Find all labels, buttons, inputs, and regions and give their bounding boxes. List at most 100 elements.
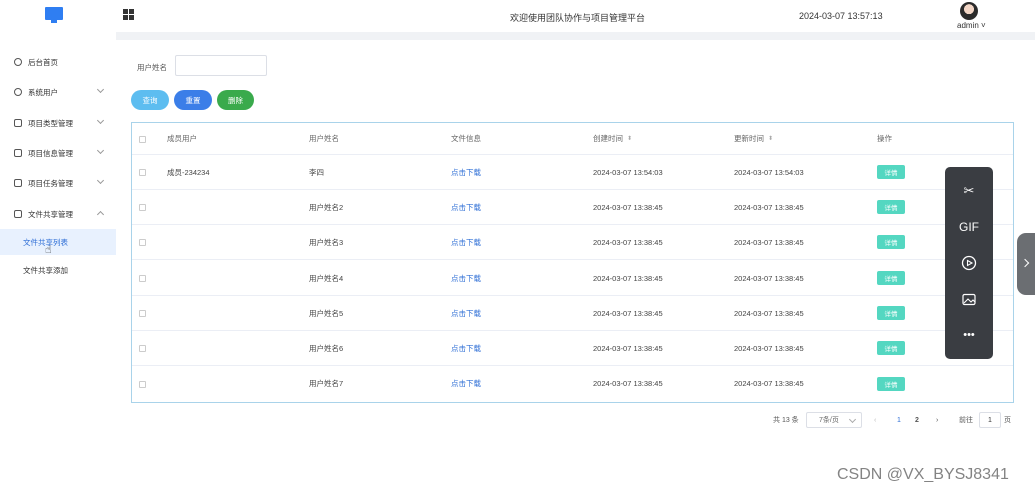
- row-checkbox[interactable]: [139, 275, 146, 282]
- image-icon[interactable]: [945, 287, 993, 311]
- download-link[interactable]: 点击下载: [451, 202, 481, 213]
- table-header: 成员用户 用户姓名 文件信息 创建时间 ⬍ 更新时间 ⬍ 操作: [132, 123, 1013, 155]
- user-name-search-input[interactable]: [175, 55, 267, 76]
- column-header-created[interactable]: 创建时间 ⬍: [593, 123, 632, 154]
- row-checkbox[interactable]: [139, 169, 146, 176]
- row-checkbox[interactable]: [139, 380, 146, 388]
- more-icon[interactable]: •••: [945, 323, 993, 347]
- name-cell: 用户姓名5: [309, 308, 344, 318]
- download-link[interactable]: 点击下载: [451, 237, 481, 248]
- download-link[interactable]: 点击下载: [451, 378, 481, 389]
- download-link[interactable]: 点击下载: [451, 273, 481, 284]
- sidebar-item-file-sharing[interactable]: 文件共享管理: [0, 204, 116, 224]
- action-cell: 详情: [877, 155, 905, 189]
- page-unit-label: 页: [1004, 417, 1011, 424]
- page-1-button[interactable]: 1: [897, 412, 901, 428]
- column-header: 成员用户: [167, 134, 197, 143]
- list-icon: [14, 210, 22, 218]
- detail-button[interactable]: 详情: [877, 306, 905, 320]
- created-cell: 2024-03-07 13:54:03: [593, 167, 663, 177]
- prev-page-button[interactable]: ‹: [874, 412, 876, 428]
- table-row: 用户姓名2 点击下载 2024-03-07 13:38:45 2024-03-07 1…: [132, 190, 1013, 225]
- download-link[interactable]: 点击下载: [451, 308, 481, 319]
- watermark: CSDN @VX_BYSJ8341: [837, 466, 1009, 483]
- action-cell: 详情: [877, 296, 905, 330]
- updated-cell: 2024-03-07 13:38:45: [734, 379, 804, 388]
- sort-icon[interactable]: ⬍: [627, 135, 632, 142]
- video-record-icon[interactable]: [945, 251, 993, 275]
- user-menu[interactable]: admin ˅: [957, 21, 986, 30]
- download-link[interactable]: 点击下载: [451, 167, 481, 178]
- list-icon: [14, 149, 22, 157]
- menu-grid-icon[interactable]: [123, 9, 134, 20]
- sidebar-item-project-info[interactable]: 项目信息管理: [0, 143, 116, 163]
- created-cell: 2024-03-07 13:38:45: [593, 343, 663, 353]
- goto-page-input[interactable]: 1: [979, 412, 1001, 428]
- updated-cell: 2024-03-07 13:38:45: [734, 202, 804, 212]
- page-2-button[interactable]: 2: [915, 412, 919, 428]
- created-cell: 2024-03-07 13:38:45: [593, 202, 663, 212]
- action-cell: 详情: [877, 366, 905, 401]
- scissors-icon[interactable]: ✂: [945, 179, 993, 203]
- search-label: 用户姓名: [137, 63, 167, 72]
- row-checkbox[interactable]: [139, 204, 146, 211]
- dashboard-icon: [14, 58, 22, 66]
- action-cell: 详情: [877, 261, 905, 295]
- avatar[interactable]: [960, 2, 978, 20]
- action-cell: 详情: [877, 190, 905, 224]
- sidebar-item-label: 系统用户: [28, 87, 58, 97]
- created-cell: 2024-03-07 13:38:45: [593, 273, 663, 283]
- row-checkbox[interactable]: [139, 239, 146, 246]
- detail-button[interactable]: 详情: [877, 341, 905, 355]
- sidebar-item-label: 项目信息管理: [28, 148, 73, 158]
- file-cell: 点击下载: [451, 155, 481, 189]
- sidebar-item-label: 后台首页: [28, 57, 58, 67]
- row-checkbox[interactable]: [139, 310, 146, 317]
- sidebar-subitem-label: 文件共享添加: [23, 265, 68, 275]
- page-size-select[interactable]: 7条/页: [806, 412, 862, 428]
- pagination-total: 共 13 条: [773, 417, 799, 424]
- updated-cell: 2024-03-07 13:38:45: [734, 237, 804, 247]
- sidebar-subitem-file-share-add[interactable]: 文件共享添加: [0, 257, 116, 283]
- detail-button[interactable]: 详情: [877, 235, 905, 249]
- reset-button[interactable]: 重置: [174, 90, 212, 110]
- delete-button[interactable]: 删除: [217, 90, 254, 110]
- monitor-logo-icon: [45, 7, 63, 23]
- list-icon: [14, 179, 22, 187]
- file-cell: 点击下载: [451, 331, 481, 365]
- created-cell: 2024-03-07 13:38:45: [593, 237, 663, 247]
- column-header-label: 更新时间: [734, 134, 764, 143]
- column-header-label: 创建时间: [593, 134, 623, 143]
- download-link[interactable]: 点击下载: [451, 343, 481, 354]
- sidebar-item-label: 文件共享管理: [28, 209, 73, 219]
- next-page-button[interactable]: ›: [936, 412, 938, 428]
- gif-icon[interactable]: GIF: [945, 215, 993, 239]
- sidebar-item-label: 项目类型管理: [28, 118, 73, 128]
- datetime: 2024-03-07 13:57:13: [799, 11, 883, 21]
- name-cell: 用户姓名7: [309, 379, 344, 388]
- select-all-checkbox[interactable]: [139, 135, 146, 143]
- sort-icon[interactable]: ⬍: [768, 135, 773, 142]
- updated-cell: 2024-03-07 13:38:45: [734, 308, 804, 318]
- detail-button[interactable]: 详情: [877, 271, 905, 285]
- hand-cursor-icon: ☝: [45, 244, 52, 256]
- sidebar-item-project-types[interactable]: 项目类型管理: [0, 113, 116, 133]
- detail-button[interactable]: 详情: [877, 200, 905, 214]
- expand-panel-tab[interactable]: [1017, 233, 1035, 295]
- chevron-up-icon: [96, 210, 105, 219]
- sidebar-item-project-tasks[interactable]: 项目任务管理: [0, 173, 116, 193]
- sidebar-item-system-users[interactable]: 系统用户: [0, 82, 116, 102]
- sidebar-subitem-file-share-list[interactable]: 文件共享列表: [0, 229, 116, 255]
- detail-button[interactable]: 详情: [877, 376, 905, 391]
- member-cell: 成员-234234: [167, 167, 210, 177]
- file-cell: 点击下载: [451, 225, 481, 259]
- name-cell: 用户姓名4: [309, 273, 344, 283]
- detail-button[interactable]: 详情: [877, 165, 905, 179]
- row-checkbox[interactable]: [139, 345, 146, 352]
- column-header: 用户姓名: [309, 134, 339, 143]
- action-cell: 详情: [877, 225, 905, 259]
- sidebar-item-home[interactable]: 后台首页: [0, 52, 116, 72]
- query-button[interactable]: 查询: [131, 90, 169, 110]
- updated-cell: 2024-03-07 13:38:45: [734, 343, 804, 353]
- column-header-updated[interactable]: 更新时间 ⬍: [734, 123, 773, 154]
